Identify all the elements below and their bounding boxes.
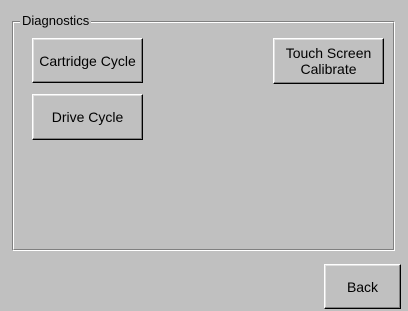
back-button[interactable]: Back bbox=[324, 264, 401, 309]
diagnostics-group-title: Diagnostics bbox=[20, 13, 92, 29]
diagnostics-screen: Diagnostics Cartridge Cycle Drive Cycle … bbox=[0, 0, 408, 311]
cartridge-cycle-button[interactable]: Cartridge Cycle bbox=[32, 38, 143, 83]
drive-cycle-button[interactable]: Drive Cycle bbox=[32, 94, 143, 140]
cartridge-cycle-label: Cartridge Cycle bbox=[39, 52, 136, 69]
back-label: Back bbox=[346, 278, 379, 295]
touch-screen-calibrate-label: Touch Screen Calibrate bbox=[285, 45, 372, 77]
touch-screen-calibrate-button[interactable]: Touch Screen Calibrate bbox=[273, 38, 384, 84]
drive-cycle-label: Drive Cycle bbox=[51, 109, 124, 125]
